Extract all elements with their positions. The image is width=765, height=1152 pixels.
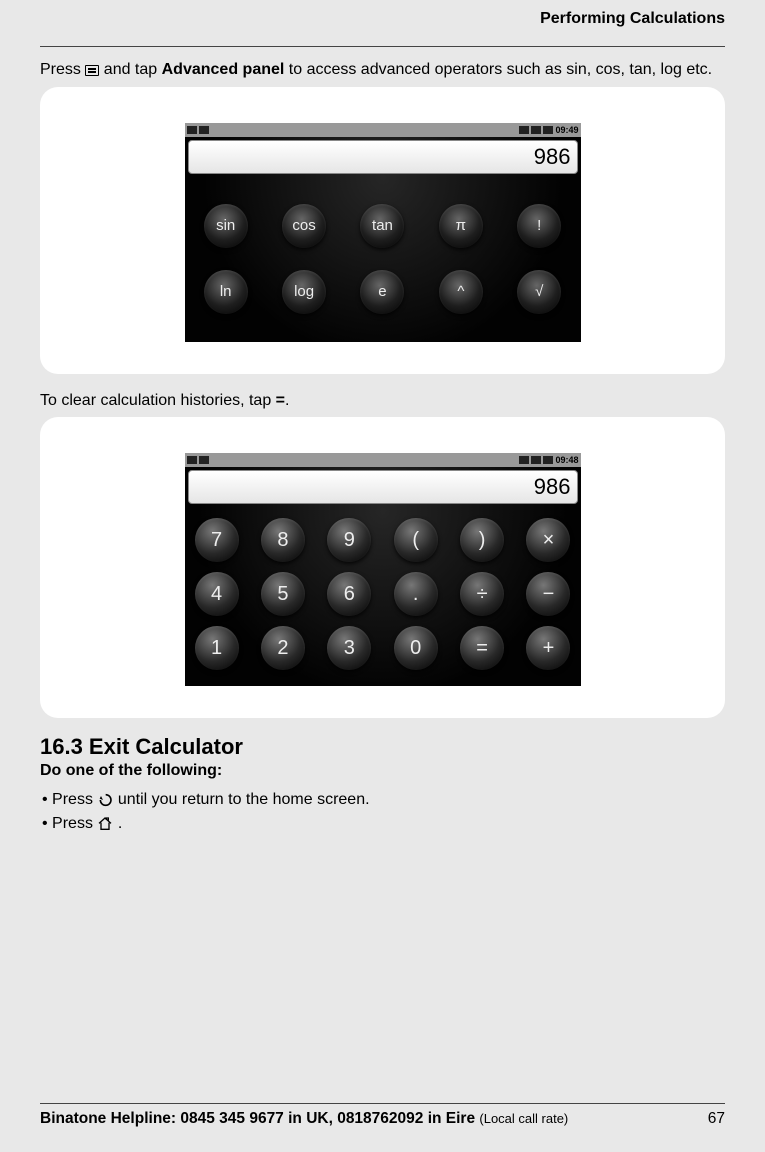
instruction-clear-history: To clear calculation histories, tap =.: [40, 390, 725, 412]
calc-key-.: .: [394, 572, 438, 616]
calc-key-!: !: [517, 204, 561, 248]
battery-icon: [531, 126, 541, 134]
calc-key-0: 0: [394, 626, 438, 670]
calc-key-4: 4: [195, 572, 239, 616]
section-subhead: Do one of the following:: [40, 762, 725, 780]
calc-key-=: =: [460, 626, 504, 670]
calc-key-1: 1: [195, 626, 239, 670]
calc-key-log: log: [282, 270, 326, 314]
back-icon: [97, 792, 113, 808]
calc-key-√: √: [517, 270, 561, 314]
calc-key-6: 6: [327, 572, 371, 616]
page-number: 67: [708, 1110, 725, 1128]
calc-key-tan: tan: [360, 204, 404, 248]
exit-step-home: Press .: [42, 812, 725, 836]
calc-key-3: 3: [327, 626, 371, 670]
calculator-display: 986: [188, 140, 578, 174]
header-rule: [40, 46, 725, 47]
calc-key-sin: sin: [204, 204, 248, 248]
battery-icon: [531, 456, 541, 464]
calc-key-(: (: [394, 518, 438, 562]
instruction-advanced-panel: Press and tap Advanced panel to access a…: [40, 59, 725, 81]
status-bar: 09:48: [185, 453, 581, 467]
calc-key-cos: cos: [282, 204, 326, 248]
home-icon: [97, 816, 113, 832]
section-heading: 16.3 Exit Calculator: [40, 734, 725, 760]
calc-key-+: +: [526, 626, 570, 670]
signal-icon: [519, 126, 529, 134]
status-icon: [199, 126, 209, 134]
figure-advanced-panel: 09:49 986 sincostanπ! lnloge ^ √: [40, 87, 725, 374]
status-icon: [199, 456, 209, 464]
calc-key-8: 8: [261, 518, 305, 562]
calc-key-^: ^: [439, 270, 483, 314]
status-icon: [187, 456, 197, 464]
alarm-icon: [543, 126, 553, 134]
figure-basic-panel: 09:48 986 789 () × 456. ÷− 1230 = +: [40, 417, 725, 718]
alarm-icon: [543, 456, 553, 464]
calc-key-): ): [460, 518, 504, 562]
calc-key-−: −: [526, 572, 570, 616]
helpline-rate: (Local call rate): [479, 1111, 568, 1126]
calculator-display: 986: [188, 470, 578, 504]
signal-icon: [519, 456, 529, 464]
calc-key-7: 7: [195, 518, 239, 562]
running-header: Performing Calculations: [40, 10, 725, 46]
page-footer: Binatone Helpline: 0845 345 9677 in UK, …: [40, 1103, 725, 1128]
status-bar: 09:49: [185, 123, 581, 137]
calc-key-ln: ln: [204, 270, 248, 314]
calc-key-2: 2: [261, 626, 305, 670]
exit-step-back: Press until you return to the home scree…: [42, 788, 725, 812]
calc-key-×: ×: [526, 518, 570, 562]
phone-screenshot-basic: 09:48 986 789 () × 456. ÷− 1230 = +: [185, 453, 581, 686]
menu-icon: [85, 65, 99, 76]
calc-key-9: 9: [327, 518, 371, 562]
status-icon: [187, 126, 197, 134]
calc-key-π: π: [439, 204, 483, 248]
status-time: 09:49: [555, 125, 578, 135]
status-time: 09:48: [555, 455, 578, 465]
helpline-text: Binatone Helpline: 0845 345 9677 in UK, …: [40, 1110, 479, 1127]
calc-key-÷: ÷: [460, 572, 504, 616]
calc-key-e: e: [360, 270, 404, 314]
calc-key-5: 5: [261, 572, 305, 616]
phone-screenshot-advanced: 09:49 986 sincostanπ! lnloge ^ √: [185, 123, 581, 342]
